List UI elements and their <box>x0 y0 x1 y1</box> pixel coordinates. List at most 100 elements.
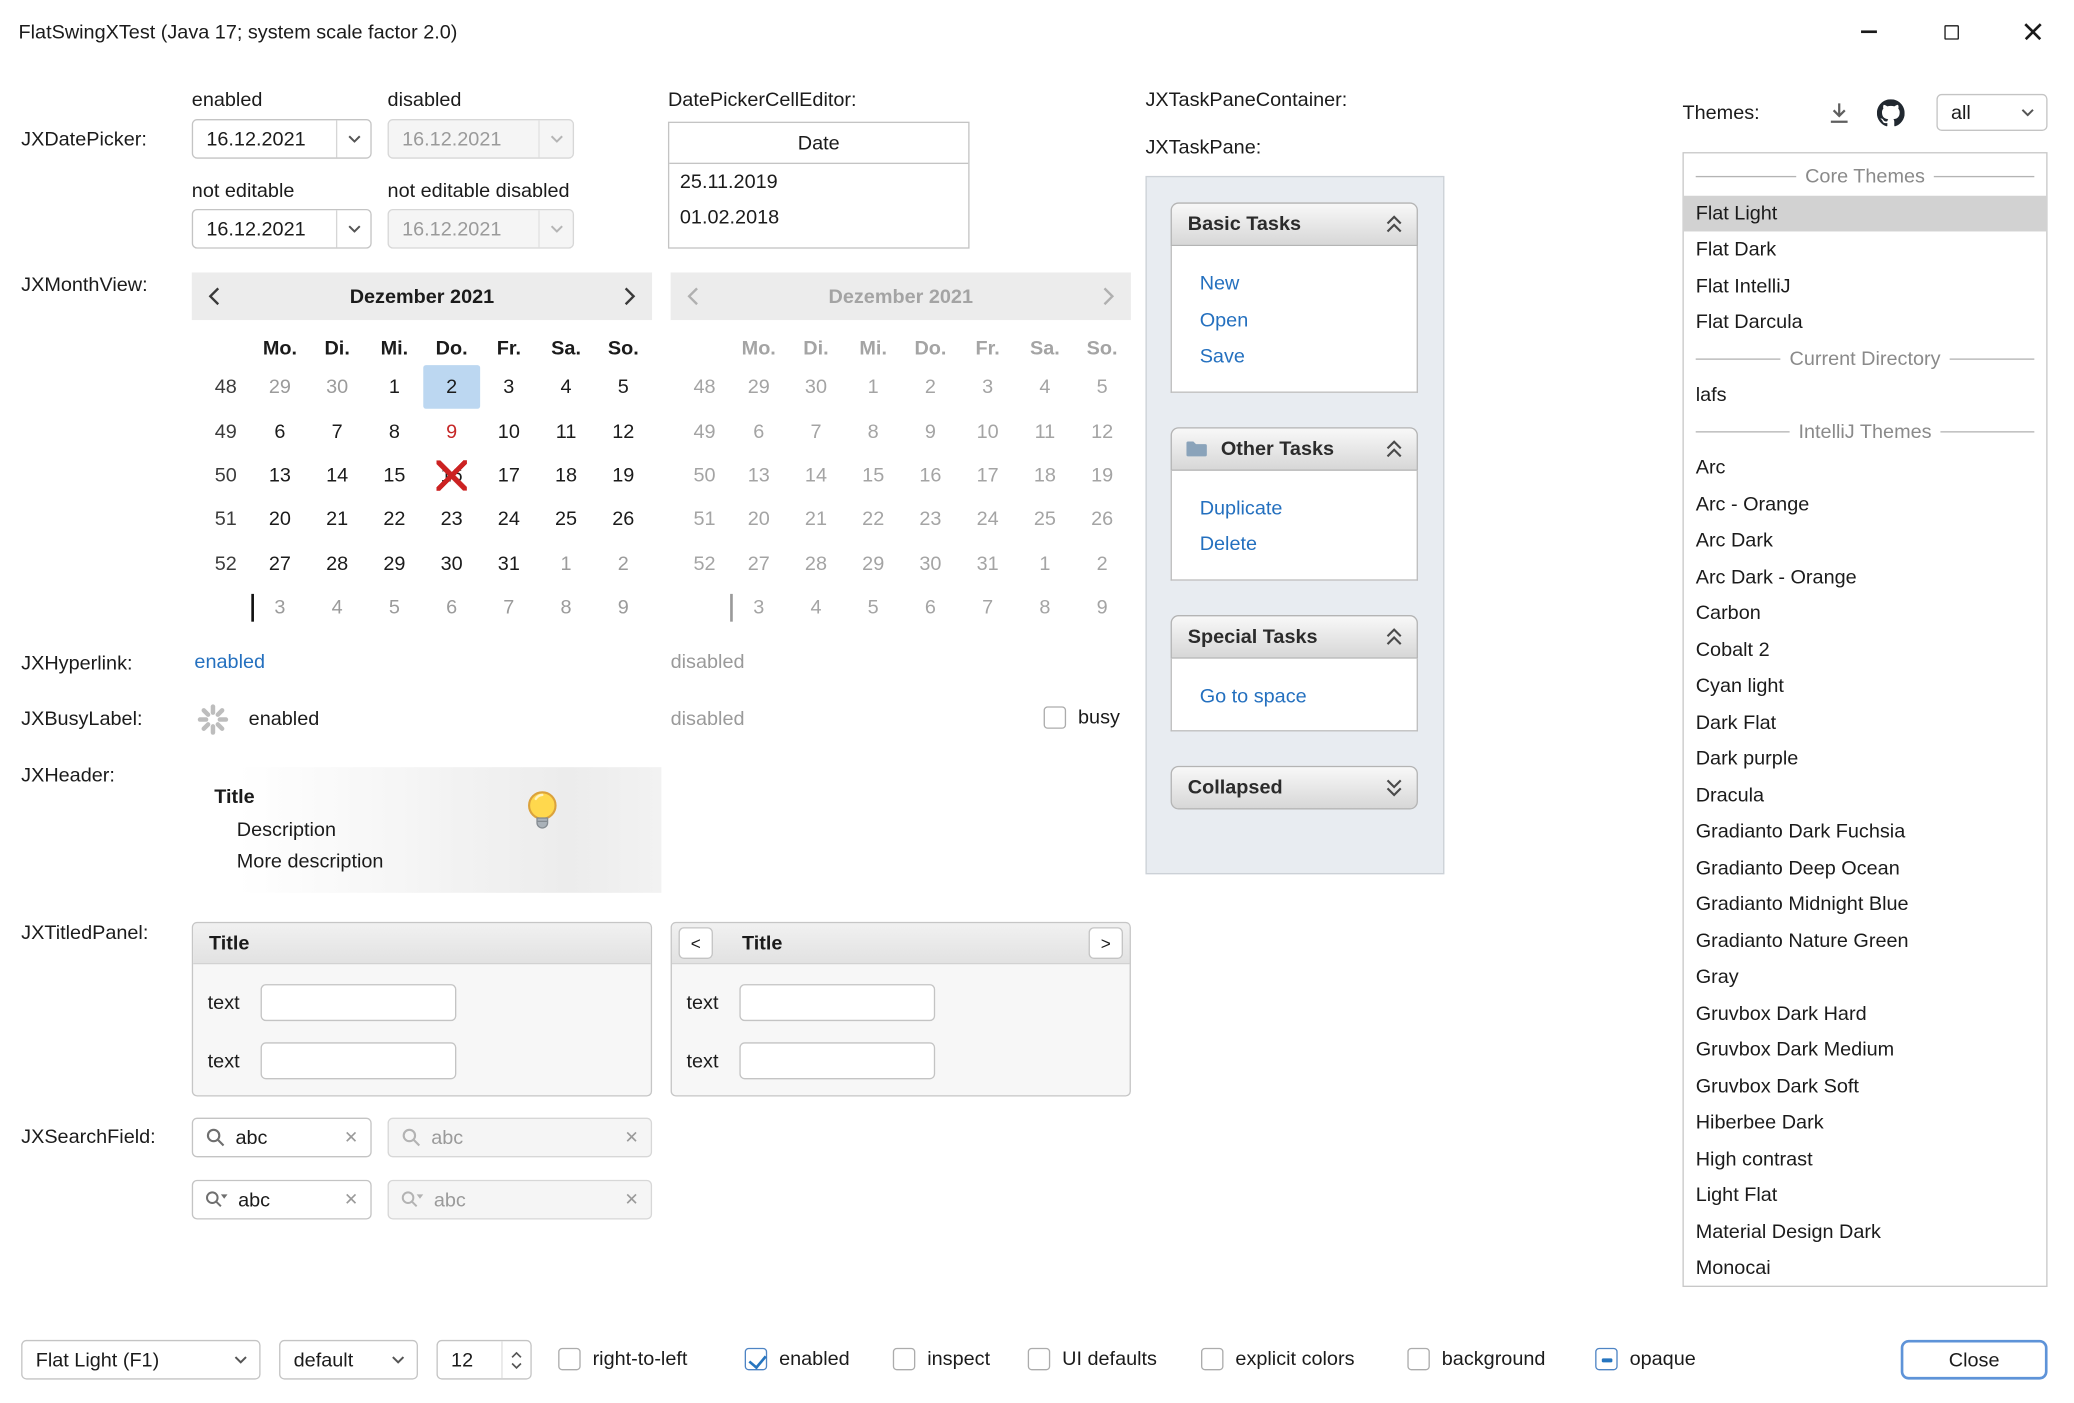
checkbox-inspect[interactable] <box>893 1348 915 1370</box>
theme-list-item[interactable]: Light Flat <box>1684 1177 2046 1213</box>
table-cell-date[interactable]: 01.02.2018 <box>669 200 968 236</box>
theme-list-item[interactable]: Carbon <box>1684 595 2046 631</box>
theme-list-item[interactable]: Nord <box>1684 1286 2046 1287</box>
text-input[interactable] <box>739 984 935 1021</box>
calendar-day[interactable]: 3 <box>251 586 308 630</box>
theme-list-item[interactable]: Gray <box>1684 959 2046 995</box>
next-month-button[interactable] <box>624 287 636 306</box>
titledpanel-prev-button[interactable]: < <box>679 927 713 959</box>
text-input[interactable] <box>261 1042 457 1079</box>
theme-list-item[interactable]: Arc <box>1684 450 2046 486</box>
spinner-buttons[interactable] <box>501 1341 530 1378</box>
theme-list-item[interactable]: Gruvbox Dark Soft <box>1684 1068 2046 1104</box>
maximize-button[interactable] <box>1910 0 1992 63</box>
taskpane-link[interactable]: Save <box>1200 339 1404 375</box>
table-cell-date[interactable]: 25.11.2019 <box>669 164 968 200</box>
calendar-day[interactable]: 14 <box>309 453 366 497</box>
calendar-day[interactable]: 23 <box>423 498 480 542</box>
font-size-value[interactable]: 12 <box>438 1348 501 1370</box>
taskpane-link[interactable]: New <box>1200 266 1404 302</box>
searchfield-enabled[interactable]: abc ✕ <box>192 1118 372 1158</box>
chevron-down-icon[interactable] <box>336 210 370 247</box>
calendar-day[interactable]: 5 <box>366 586 423 630</box>
taskpane-link[interactable]: Go to space <box>1200 678 1404 714</box>
theme-list-item[interactable]: Gradianto Nature Green <box>1684 923 2046 959</box>
calendar-day[interactable]: 30 <box>309 365 366 409</box>
text-input[interactable] <box>739 1042 935 1079</box>
minimize-button[interactable] <box>1828 0 1910 63</box>
calendar-day[interactable]: 7 <box>309 409 366 453</box>
calendar-day[interactable]: 29 <box>366 542 423 586</box>
datepicker-enabled[interactable]: 16.12.2021 <box>192 119 372 159</box>
taskpane-header[interactable]: Special Tasks <box>1171 614 1418 658</box>
theme-list-item[interactable]: Dark purple <box>1684 741 2046 777</box>
theme-list-item[interactable]: Material Design Dark <box>1684 1214 2046 1250</box>
calendar-day[interactable]: 6 <box>251 409 308 453</box>
collapse-icon[interactable] <box>1385 437 1404 459</box>
theme-list-item[interactable]: lafs <box>1684 377 2046 413</box>
datepicker-not-editable[interactable]: 16.12.2021 <box>192 209 372 249</box>
calendar-day[interactable]: 30 <box>423 542 480 586</box>
checkbox-enabled[interactable] <box>745 1348 767 1370</box>
taskpane-header[interactable]: Collapsed <box>1171 766 1418 810</box>
calendar-day[interactable]: 6 <box>423 586 480 630</box>
calendar-day[interactable]: 9 <box>423 409 480 453</box>
calendar-day[interactable]: 27 <box>251 542 308 586</box>
theme-list-item[interactable]: Hiberbee Dark <box>1684 1104 2046 1140</box>
prev-month-button[interactable] <box>208 287 220 306</box>
hyperlink-enabled[interactable]: enabled <box>194 651 265 673</box>
calendar-day[interactable]: 29 <box>251 365 308 409</box>
calendar-day[interactable]: 31 <box>480 542 537 586</box>
text-input[interactable] <box>261 984 457 1021</box>
theme-list-item[interactable]: Gradianto Midnight Blue <box>1684 886 2046 922</box>
search-input[interactable]: abc <box>238 1188 335 1210</box>
datepicker-value[interactable]: 16.12.2021 <box>193 128 336 150</box>
calendar-day[interactable]: 26 <box>595 498 652 542</box>
calendar-day[interactable]: 2 <box>595 542 652 586</box>
theme-list-item[interactable]: Gruvbox Dark Medium <box>1684 1032 2046 1068</box>
theme-list-item[interactable]: Cobalt 2 <box>1684 632 2046 668</box>
theme-list-item[interactable]: Gradianto Dark Fuchsia <box>1684 813 2046 849</box>
calendar-day[interactable]: 17 <box>480 453 537 497</box>
calendar-day[interactable]: 8 <box>366 409 423 453</box>
collapse-icon[interactable] <box>1385 625 1404 647</box>
searchfield-menu-enabled[interactable]: abc ✕ <box>192 1180 372 1220</box>
calendar-day[interactable]: 19 <box>595 453 652 497</box>
checkbox-ui-defaults[interactable] <box>1028 1348 1050 1370</box>
calendar-day[interactable]: 20 <box>251 498 308 542</box>
theme-list-item[interactable]: Arc - Orange <box>1684 486 2046 522</box>
calendar-day[interactable]: 3 <box>480 365 537 409</box>
calendar-day[interactable]: 10 <box>480 409 537 453</box>
calendar-day[interactable]: 1 <box>366 365 423 409</box>
datepicker-value[interactable]: 16.12.2021 <box>193 218 336 240</box>
taskpane-header[interactable]: Other Tasks <box>1171 427 1418 471</box>
search-input[interactable]: abc <box>235 1126 334 1148</box>
checkbox-background[interactable] <box>1407 1348 1429 1370</box>
theme-list-item[interactable]: Gruvbox Dark Hard <box>1684 995 2046 1031</box>
calendar-day[interactable]: 16 <box>423 453 480 497</box>
calendar-day[interactable]: 22 <box>366 498 423 542</box>
theme-list-item[interactable]: Flat Light <box>1684 195 2046 231</box>
github-icon[interactable] <box>1874 97 1906 129</box>
checkbox-explicit-colors[interactable] <box>1201 1348 1223 1370</box>
calendar-day[interactable]: 18 <box>537 453 594 497</box>
clear-icon[interactable]: ✕ <box>344 1127 358 1148</box>
calendar-day[interactable]: 4 <box>309 586 366 630</box>
theme-list-item[interactable]: Dracula <box>1684 777 2046 813</box>
theme-list-item[interactable]: Gradianto Deep Ocean <box>1684 850 2046 886</box>
calendar-day[interactable]: 11 <box>537 409 594 453</box>
checkbox-opaque[interactable] <box>1595 1348 1617 1370</box>
theme-list-item[interactable]: Dark Flat <box>1684 704 2046 740</box>
theme-list-item[interactable]: Arc Dark - Orange <box>1684 559 2046 595</box>
calendar-day[interactable]: 5 <box>595 365 652 409</box>
calendar-day[interactable]: 24 <box>480 498 537 542</box>
theme-list-item[interactable]: Flat Darcula <box>1684 304 2046 340</box>
calendar-day[interactable]: 2 <box>423 365 480 409</box>
laf-combobox[interactable]: Flat Light (F1) <box>21 1340 260 1380</box>
theme-list-item[interactable]: Arc Dark <box>1684 522 2046 558</box>
taskpane-link[interactable]: Duplicate <box>1200 490 1404 526</box>
calendar-day[interactable]: 21 <box>309 498 366 542</box>
download-icon[interactable] <box>1823 97 1855 129</box>
calendar-day[interactable]: 7 <box>480 586 537 630</box>
calendar-day[interactable]: 28 <box>309 542 366 586</box>
